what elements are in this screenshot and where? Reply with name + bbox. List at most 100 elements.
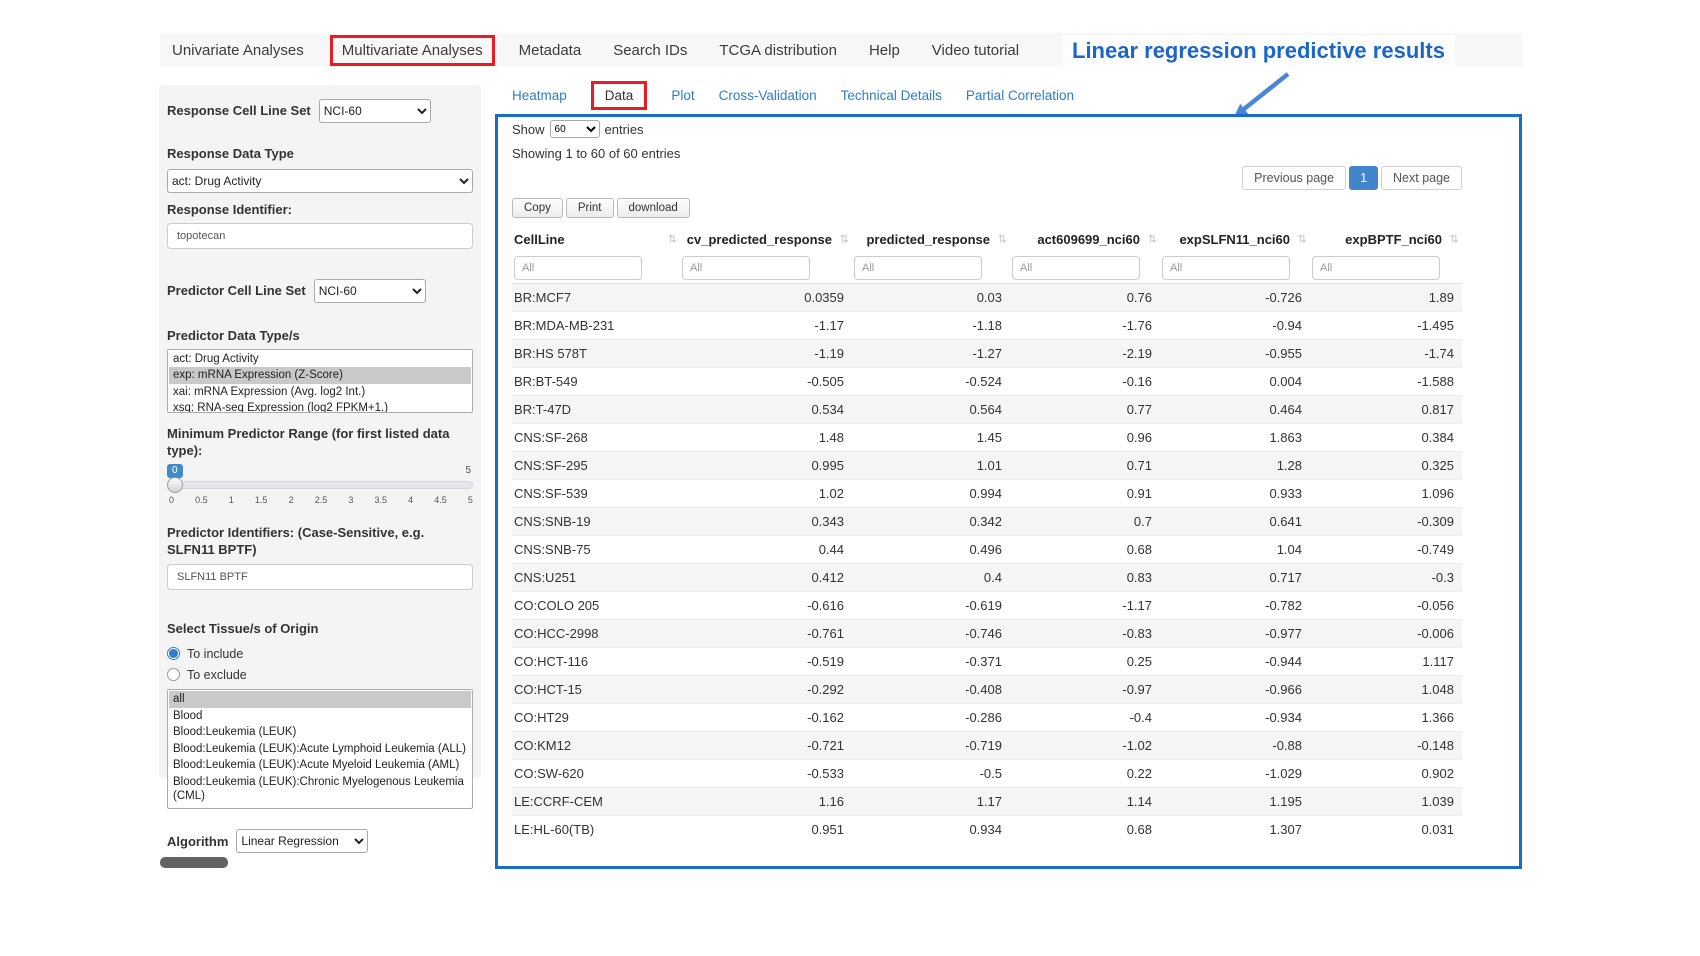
cell-cv-predicted-response: -0.519 <box>680 647 852 675</box>
nav-item-help[interactable]: Help <box>869 42 900 59</box>
column-header-expbptf-nci60[interactable]: expBPTF_nci60⇅ <box>1310 225 1462 253</box>
cell-cellline: CNS:SF-268 <box>512 423 680 451</box>
nav-item-multivariate-analyses[interactable]: Multivariate Analyses <box>330 35 495 66</box>
tissue-option-blood-leukemia-leuk-acute-lymphoid-leukemia-all[interactable]: Blood:Leukemia (LEUK):Acute Lymphoid Leu… <box>169 741 471 757</box>
radio-to-exclude[interactable]: To exclude <box>167 664 473 685</box>
cell-cellline: CNS:SF-295 <box>512 451 680 479</box>
cell-cv-predicted-response: -0.162 <box>680 703 852 731</box>
nav-item-univariate-analyses[interactable]: Univariate Analyses <box>172 42 304 59</box>
response-cell-line-set-select[interactable]: NCI-60 <box>319 99 431 123</box>
tissue-option-blood[interactable]: Blood <box>169 708 471 724</box>
tab-data[interactable]: Data <box>591 81 648 110</box>
tissue-option-blood-leukemia-leuk-acute-myeloid-leukemia-aml[interactable]: Blood:Leukemia (LEUK):Acute Myeloid Leuk… <box>169 757 471 773</box>
next-page-button[interactable]: Next page <box>1381 166 1462 190</box>
cell-predicted-response: 0.934 <box>852 815 1010 843</box>
sort-icon[interactable]: ⇅ <box>840 233 849 246</box>
column-label-cv-predicted-response: cv_predicted_response <box>687 232 832 247</box>
radio-circle-to-exclude[interactable] <box>167 668 180 681</box>
entries-label: entries <box>605 122 644 137</box>
copy-button[interactable]: Copy <box>512 198 563 218</box>
tab-plot[interactable]: Plot <box>671 88 694 103</box>
cell-expbptf-nci60: 1.89 <box>1310 283 1462 311</box>
filter-input-cellline[interactable] <box>514 256 642 280</box>
tissue-option-all[interactable]: all <box>169 691 471 707</box>
response-identifier-input[interactable] <box>167 223 473 249</box>
nav-item-search-ids[interactable]: Search IDs <box>613 42 687 59</box>
pagination: Previous page 1 Next page <box>512 166 1462 190</box>
tab-heatmap[interactable]: Heatmap <box>512 88 567 103</box>
show-label: Show <box>512 122 545 137</box>
slider-tick: 1 <box>229 495 234 505</box>
radio-to-include[interactable]: To include <box>167 643 473 664</box>
sort-icon[interactable]: ⇅ <box>1148 233 1157 246</box>
nav-item-metadata[interactable]: Metadata <box>519 42 582 59</box>
table-row: LE:CCRF-CEM1.161.171.141.1951.039 <box>512 787 1462 815</box>
column-label-expslfn11-nci60: expSLFN11_nci60 <box>1179 232 1290 247</box>
slider-value-badge: 0 <box>167 464 183 478</box>
print-button[interactable]: Print <box>566 198 614 218</box>
previous-page-button[interactable]: Previous page <box>1242 166 1346 190</box>
filter-input-expslfn11-nci60[interactable] <box>1162 256 1290 280</box>
cell-act609699-nci60: 1.14 <box>1010 787 1160 815</box>
predictor-cell-line-set-select[interactable]: NCI-60 <box>314 279 426 303</box>
cell-cellline: CNS:SNB-75 <box>512 535 680 563</box>
column-header-expslfn11-nci60[interactable]: expSLFN11_nci60 ⇅ <box>1160 225 1310 253</box>
cell-expslfn11-nci60: -1.029 <box>1160 759 1310 787</box>
download-button[interactable]: download <box>617 198 690 218</box>
cell-expbptf-nci60: 1.366 <box>1310 703 1462 731</box>
cell-predicted-response: -0.286 <box>852 703 1010 731</box>
response-data-type-select[interactable]: act: Drug Activity <box>167 169 473 193</box>
entries-select[interactable]: 60 <box>550 120 600 138</box>
response-identifier-label: Response Identifier: <box>167 201 473 219</box>
sort-icon[interactable]: ⇅ <box>998 233 1007 246</box>
data-type-option-exp-mrna-expression-z-score[interactable]: exp: mRNA Expression (Z-Score) <box>169 367 471 383</box>
tab-cross-validation[interactable]: Cross-Validation <box>719 88 817 103</box>
tissue-option-blood-leukemia-leuk-chronic-myelogenous-leukemia-cml[interactable]: Blood:Leukemia (LEUK):Chronic Myelogenou… <box>169 774 471 805</box>
cell-cv-predicted-response: 0.412 <box>680 563 852 591</box>
slider-track[interactable] <box>167 481 473 489</box>
predictor-identifiers-input[interactable] <box>167 564 473 590</box>
cell-act609699-nci60: -0.16 <box>1010 367 1160 395</box>
cell-expbptf-nci60: 1.048 <box>1310 675 1462 703</box>
cell-predicted-response: 0.496 <box>852 535 1010 563</box>
cell-predicted-response: 0.564 <box>852 395 1010 423</box>
nav-item-video-tutorial[interactable]: Video tutorial <box>932 42 1019 59</box>
sort-icon[interactable]: ⇅ <box>1298 233 1307 246</box>
cell-cv-predicted-response: -0.721 <box>680 731 852 759</box>
cell-cellline: CO:COLO 205 <box>512 591 680 619</box>
cell-act609699-nci60: 0.25 <box>1010 647 1160 675</box>
cell-cellline: BR:HS 578T <box>512 339 680 367</box>
table-row: LE:HL-60(TB)0.9510.9340.681.3070.031 <box>512 815 1462 843</box>
tab-technical-details[interactable]: Technical Details <box>841 88 942 103</box>
sort-icon[interactable]: ⇅ <box>668 233 677 246</box>
min-range-slider[interactable]: 0 5 00.511.522.533.544.55 <box>167 464 473 510</box>
tissue-option-blood-leukemia-leuk[interactable]: Blood:Leukemia (LEUK) <box>169 724 471 740</box>
cell-expslfn11-nci60: 1.863 <box>1160 423 1310 451</box>
cell-cv-predicted-response: 0.0359 <box>680 283 852 311</box>
filter-input-act609699-nci60[interactable] <box>1012 256 1140 280</box>
current-page-button[interactable]: 1 <box>1349 166 1378 190</box>
column-header-act609699-nci60[interactable]: act609699_nci60⇅ <box>1010 225 1160 253</box>
tab-partial-correlation[interactable]: Partial Correlation <box>966 88 1074 103</box>
column-header-cv-predicted-response[interactable]: cv_predicted_response ⇅ <box>680 225 852 253</box>
data-type-option-act-drug-activity[interactable]: act: Drug Activity <box>169 351 471 367</box>
slider-tick: 0.5 <box>195 495 208 505</box>
cell-act609699-nci60: 0.7 <box>1010 507 1160 535</box>
column-header-cellline[interactable]: CellLine⇅ <box>512 225 680 253</box>
slider-tick: 4.5 <box>434 495 447 505</box>
filter-input-predicted-response[interactable] <box>854 256 982 280</box>
nav-item-tcga-distribution[interactable]: TCGA distribution <box>719 42 837 59</box>
cell-expslfn11-nci60: -0.934 <box>1160 703 1310 731</box>
algorithm-select[interactable]: Linear Regression <box>236 829 368 853</box>
cell-expslfn11-nci60: -0.977 <box>1160 619 1310 647</box>
data-type-option-xai-mrna-expression-avg-log2-int[interactable]: xai: mRNA Expression (Avg. log2 Int.) <box>169 384 471 400</box>
filter-input-expbptf-nci60[interactable] <box>1312 256 1440 280</box>
slider-handle[interactable] <box>167 477 183 493</box>
table-body: BR:MCF70.03590.030.76-0.7261.89BR:MDA-MB… <box>512 283 1462 843</box>
radio-circle-to-include[interactable] <box>167 647 180 660</box>
filter-input-cv-predicted-response[interactable] <box>682 256 810 280</box>
data-type-option-xsq-rna-seq-expression-log2-fpkm-1[interactable]: xsq: RNA-seq Expression (log2 FPKM+1.) <box>169 400 471 413</box>
sort-icon[interactable]: ⇅ <box>1450 233 1459 246</box>
column-header-predicted-response[interactable]: predicted_response⇅ <box>852 225 1010 253</box>
table-row: CO:HCT-116-0.519-0.3710.25-0.9441.117 <box>512 647 1462 675</box>
